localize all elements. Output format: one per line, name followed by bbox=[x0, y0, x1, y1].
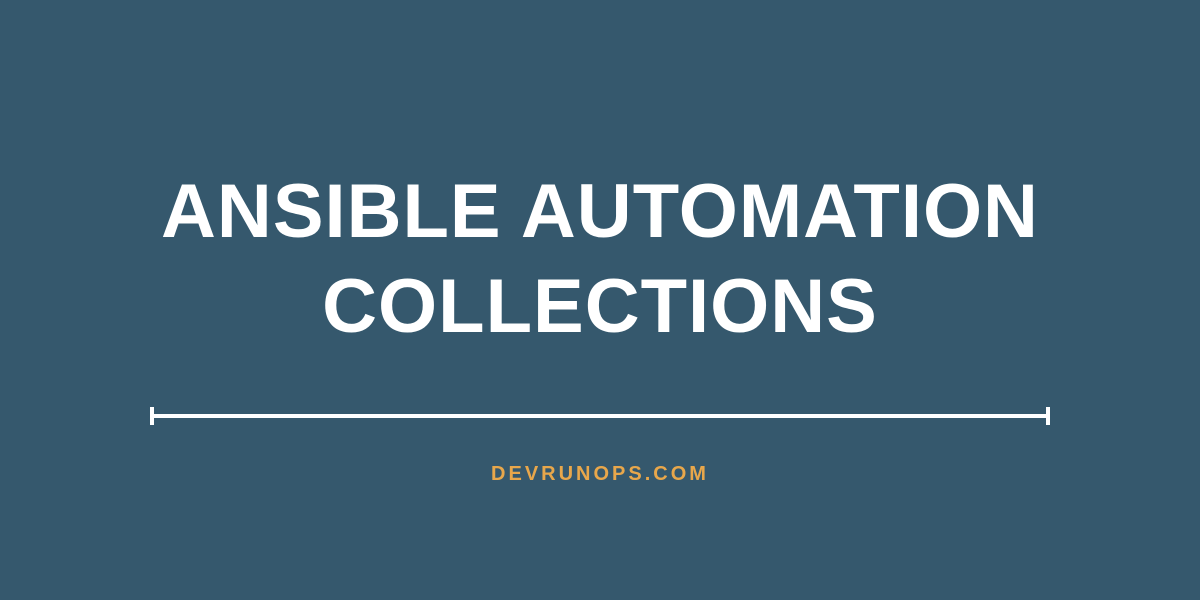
title-line-1: ANSIBLE AUTOMATION bbox=[161, 164, 1039, 259]
title-line-2: COLLECTIONS bbox=[161, 259, 1039, 354]
horizontal-divider bbox=[150, 414, 1050, 418]
main-title: ANSIBLE AUTOMATION COLLECTIONS bbox=[161, 164, 1039, 354]
website-subtitle: DEVRUNOPS.COM bbox=[491, 463, 709, 486]
